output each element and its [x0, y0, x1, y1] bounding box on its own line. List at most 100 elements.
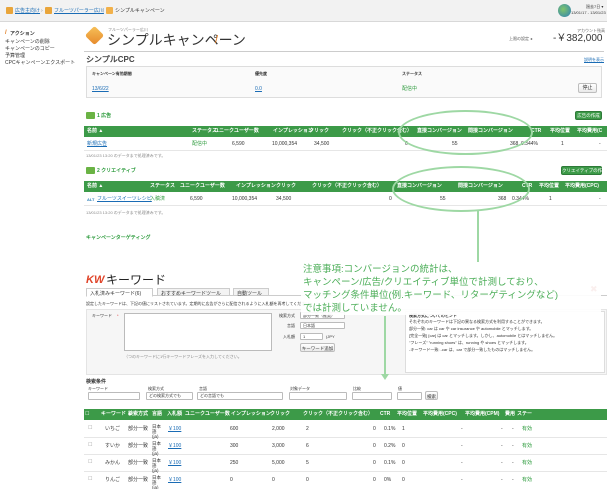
row-checkbox[interactable]: ☐: [88, 460, 92, 465]
stop-button[interactable]: 停止: [578, 83, 597, 93]
sidebar-item-budget[interactable]: 予算管理: [5, 53, 25, 59]
create-creative-button[interactable]: クリエイティブの作成: [561, 166, 607, 175]
edit-pencil-icon[interactable]: /: [215, 34, 218, 46]
col-match-type[interactable]: 検索方式: [128, 412, 148, 417]
kw-impressions: 2,000: [272, 426, 285, 432]
col-clicks-fraud[interactable]: クリック（不正クリック含む）: [312, 184, 382, 189]
kw-status: 有効: [522, 460, 533, 466]
keyword-logo-icon: KW: [86, 274, 105, 286]
filter-target-select[interactable]: [289, 392, 347, 400]
col-language[interactable]: 言語: [152, 412, 162, 417]
filter-title[interactable]: 検索条件: [86, 379, 106, 385]
date-range-label[interactable]: 過去7日 ▾: [586, 4, 603, 9]
hint-line: それぞれのキーワードは下記の異なる検索方式を利用することができます。: [409, 319, 545, 324]
bid-input[interactable]: 1: [300, 333, 323, 340]
creatives-count: 2 クリエイティブ: [97, 168, 136, 174]
limit-setting-link[interactable]: 上限の設定 ◂: [509, 36, 532, 41]
col-avg-position[interactable]: 平均位置: [397, 412, 417, 417]
col-impressions[interactable]: インプレッション: [231, 412, 271, 417]
kw-clicks-fraud: 0: [373, 477, 376, 483]
kw-clicks: 5: [306, 460, 309, 466]
ad-name-link[interactable]: 新規広告: [87, 142, 107, 147]
create-ad-button[interactable]: 広告の作成: [575, 111, 602, 120]
cpc-box: [86, 66, 602, 98]
table-row: ☐ すいか 部分一致 日本語 (ja) ￥100 300 3,000 6 0 0…: [84, 438, 607, 456]
sidebar-item-export[interactable]: CPCキャンペーンエクスポート: [5, 60, 75, 66]
col-unique-users[interactable]: ユニークユーザー数: [180, 184, 225, 189]
hint-line: 部分一致: car は car や car insurance や automo…: [409, 326, 534, 331]
col-impressions[interactable]: インプレッション: [236, 184, 276, 189]
annotation-arrow-line: [384, 316, 386, 376]
keyword-textarea[interactable]: [124, 313, 272, 351]
date-range-value[interactable]: 13/01/17 - 13/01/23: [571, 10, 606, 15]
col-avg-position[interactable]: 平均位置: [539, 184, 559, 189]
filter-match-select[interactable]: どの検索方式でも: [146, 392, 193, 400]
filter-label-compare: 比較: [353, 386, 361, 391]
col-status[interactable]: ステー: [517, 412, 532, 417]
globe-icon[interactable]: [558, 4, 571, 17]
breadcrumb-account[interactable]: フルーツパーラー広川: [54, 8, 104, 14]
row-checkbox[interactable]: ☐: [88, 426, 92, 431]
filter-value-input[interactable]: [397, 392, 422, 400]
col-clicks[interactable]: クリック: [276, 184, 296, 189]
tab-auto-tool[interactable]: 自動ツール: [233, 288, 269, 297]
select-all-checkbox[interactable]: ☐: [85, 412, 89, 417]
kw-bid-link[interactable]: ￥100: [168, 427, 181, 432]
ads-processed-note: 13/01/23 13:20 のデータまで処理済みです。: [86, 153, 166, 158]
row-checkbox[interactable]: ☐: [88, 443, 92, 448]
col-unique-users[interactable]: ユニークユーザー数: [185, 412, 230, 417]
breadcrumb-campaign: シンプルキャンペーン: [115, 8, 165, 14]
kw-avg-cpm: -: [501, 443, 503, 449]
col-name[interactable]: 名前 ▲: [87, 129, 103, 134]
cpc-priority-link[interactable]: 0.0: [255, 86, 262, 92]
add-keyword-button[interactable]: キーワード追加: [300, 343, 335, 352]
col-clicks-fraud[interactable]: クリック（不正クリック含む）: [303, 412, 373, 417]
col-clicks[interactable]: クリック: [270, 412, 290, 417]
language-select[interactable]: 日本語: [300, 322, 345, 329]
creative-name-link[interactable]: フルーツスイーツレシピ: [97, 197, 152, 202]
hint-line: "フレーズ" "running shoes" は、running や shoes…: [409, 340, 529, 345]
col-avg-cost[interactable]: 平均費用(CPC): [565, 184, 599, 189]
kw-avg-cpc: -: [461, 426, 463, 432]
sidebar-item-delete[interactable]: キャンペーンの削除: [5, 39, 50, 45]
col-bid[interactable]: 入札額: [167, 412, 182, 417]
col-avg-cpm[interactable]: 平均費用(CPM): [465, 412, 499, 417]
home-icon: [6, 7, 13, 14]
kw-bid-link[interactable]: ￥100: [168, 478, 181, 483]
show-description-link[interactable]: 説明を表示: [584, 57, 604, 62]
annotation-arrow-head: [381, 374, 389, 380]
conversion-highlight-ads: [398, 110, 533, 155]
col-avg-cpc[interactable]: 平均費用(CPC): [423, 412, 457, 417]
kw-bid-link[interactable]: ￥100: [168, 444, 181, 449]
col-name[interactable]: 名前 ▲: [87, 184, 103, 189]
row-checkbox[interactable]: ☐: [88, 477, 92, 482]
sidebar-item-copy[interactable]: キャンペーンのコピー: [5, 46, 55, 52]
ad-avg-cost: -: [599, 141, 601, 147]
col-ctr[interactable]: CTR: [380, 412, 390, 417]
col-status[interactable]: ステータス: [150, 184, 175, 189]
filter-label-keyword: キーワード: [88, 386, 108, 391]
tab-bid-keywords[interactable]: 入札済みキーワード(6): [86, 288, 153, 297]
col-impressions[interactable]: インプレッション: [273, 129, 313, 134]
cpc-period-link[interactable]: 13/6/22: [92, 86, 109, 92]
filter-search-button[interactable]: 検索: [425, 391, 438, 400]
filter-keyword-input[interactable]: [88, 392, 140, 400]
kw-language: 日本語 (ja): [152, 424, 161, 439]
kw-clicks: 6: [306, 443, 309, 449]
kw-match: 部分一致: [128, 460, 149, 466]
filter-language-select[interactable]: どの言語でも: [197, 392, 283, 400]
col-avg-position[interactable]: 平均位置: [550, 129, 570, 134]
kw-bid-link[interactable]: ￥100: [168, 461, 181, 466]
col-clicks[interactable]: クリック: [309, 129, 329, 134]
kw-clicks-fraud: 0: [373, 460, 376, 466]
kw-match: 部分一致: [128, 426, 149, 432]
kw-status: 有効: [522, 426, 533, 432]
breadcrumb-advertiser[interactable]: 広告主向け: [15, 8, 40, 14]
kw-avg-cpc: -: [461, 477, 463, 483]
col-unique-users[interactable]: ユニークユーザー数: [214, 129, 259, 134]
col-avg-cost[interactable]: 平均費用(C: [577, 129, 602, 134]
col-cost[interactable]: 費用: [505, 412, 515, 417]
tab-recommend-tool[interactable]: おすすめキーワードツール: [157, 288, 230, 297]
kw-clicks-fraud: 0: [373, 443, 376, 449]
filter-compare-select[interactable]: [352, 392, 392, 400]
